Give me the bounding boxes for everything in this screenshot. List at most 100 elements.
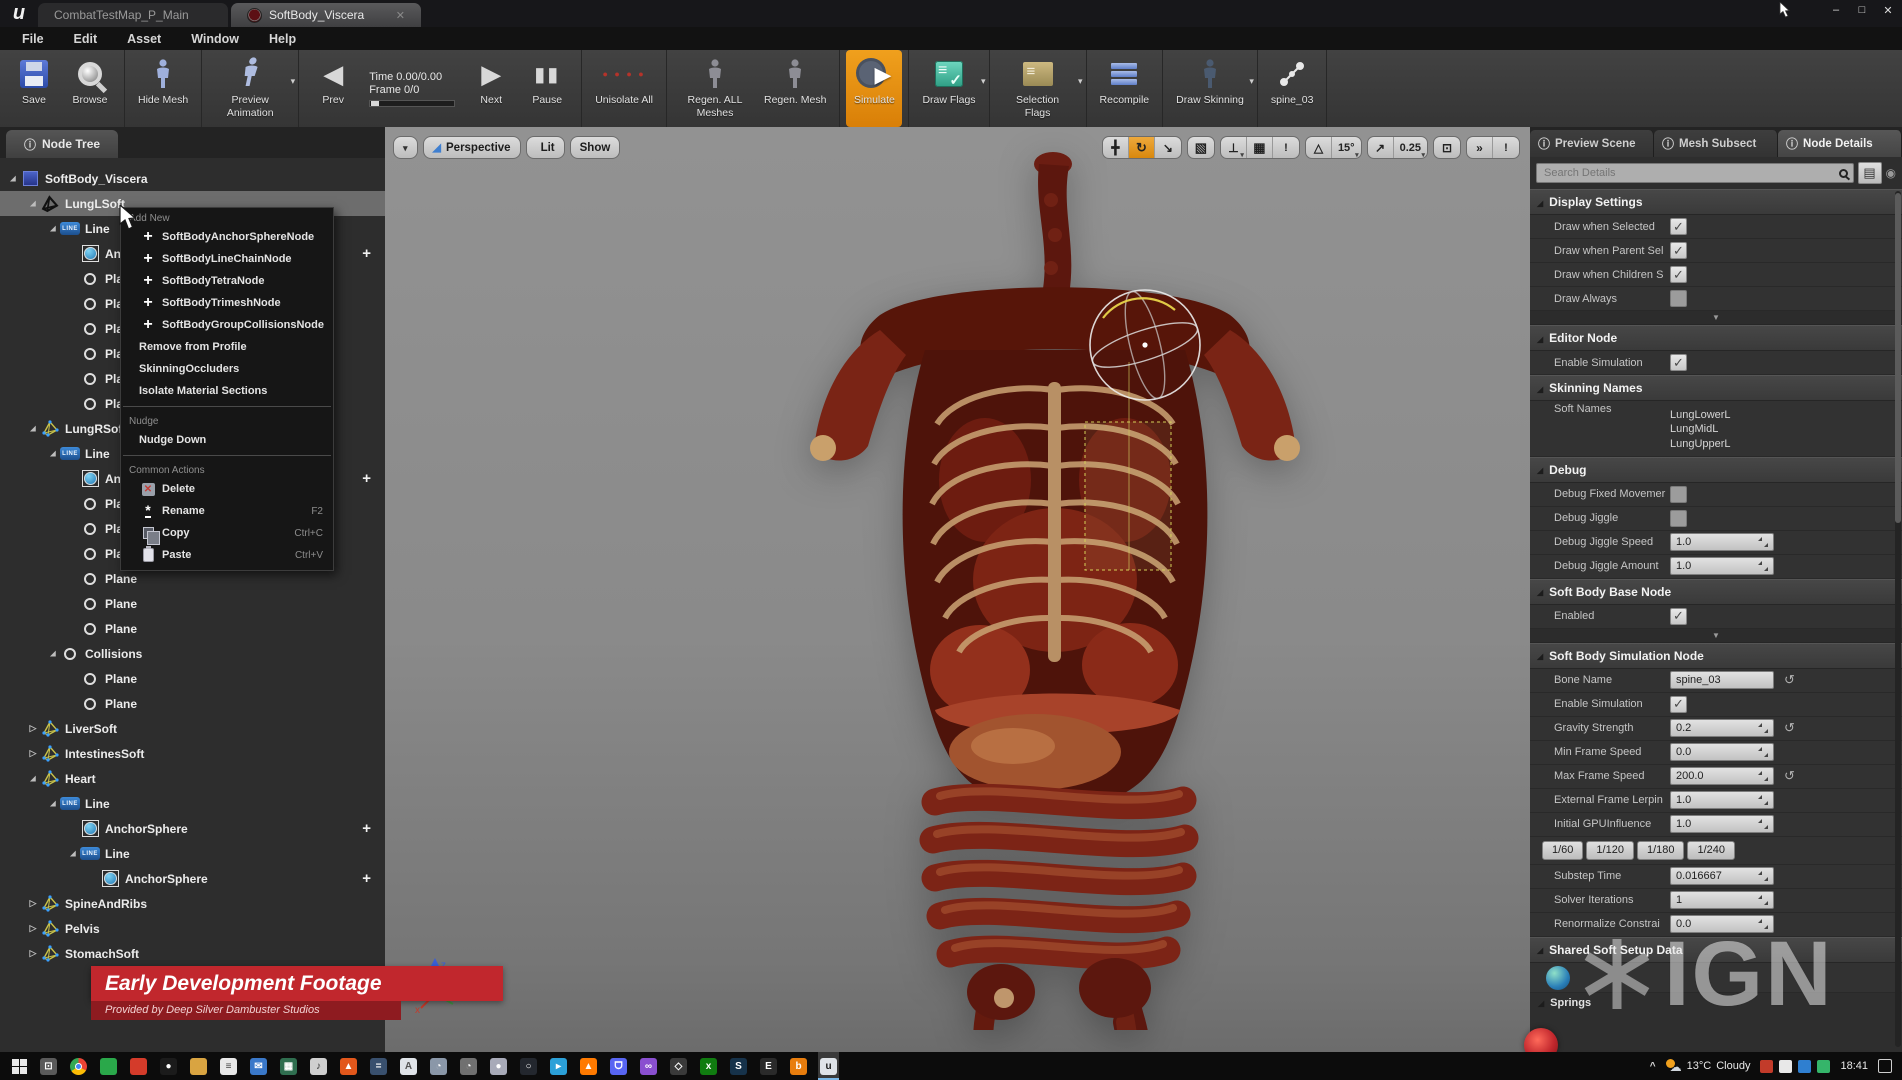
checkbox[interactable]: ✓ bbox=[1670, 696, 1687, 713]
weather-widget[interactable]: ☁ 13°C Cloudy bbox=[1666, 1059, 1751, 1073]
tree-item-collisions[interactable]: ◢Collisions bbox=[0, 641, 385, 666]
next-button[interactable]: ▶Next bbox=[463, 50, 519, 127]
simulate-button[interactable]: ▶Simulate bbox=[846, 50, 902, 127]
selection-flags-button[interactable]: Selection Flags▾ bbox=[996, 50, 1080, 127]
minimize-button[interactable]: – bbox=[1828, 4, 1844, 17]
tree-item-plane[interactable]: Plane bbox=[0, 616, 385, 641]
unity-icon[interactable]: ◇ bbox=[668, 1052, 689, 1080]
drag-handle-icon[interactable] bbox=[1758, 871, 1768, 881]
checkbox[interactable]: ✓ bbox=[1670, 354, 1687, 371]
expand-arrow-icon[interactable]: ◢ bbox=[47, 449, 58, 458]
arrow-ne-button[interactable]: ↗ bbox=[1368, 137, 1394, 158]
tree-item-pelvis[interactable]: ▷Pelvis bbox=[0, 916, 385, 941]
menu-window[interactable]: Window bbox=[177, 29, 253, 49]
node-tree-tab[interactable]: ⓘ Node Tree bbox=[6, 130, 118, 158]
tab-mesh-subsect[interactable]: ⓘMesh Subsect bbox=[1654, 130, 1778, 157]
menu-item-softbodytetranode[interactable]: +SoftBodyTetraNode bbox=[121, 270, 333, 292]
menu-asset[interactable]: Asset bbox=[113, 29, 175, 49]
value-input[interactable]: 1.0 bbox=[1670, 791, 1774, 809]
add-node-button[interactable]: + bbox=[362, 870, 371, 887]
drag-handle-icon[interactable] bbox=[1758, 561, 1768, 571]
viscera-model[interactable] bbox=[785, 150, 1325, 1035]
value-input[interactable]: 1 bbox=[1670, 891, 1774, 909]
tree-item-heart[interactable]: ◢Heart bbox=[0, 766, 385, 791]
menu-item-softbodyanchorspherenode[interactable]: +SoftBodyAnchorSphereNode bbox=[121, 226, 333, 248]
dropdown-caret-icon[interactable]: ▾ bbox=[981, 76, 986, 87]
value-input[interactable]: 1.0 bbox=[1670, 815, 1774, 833]
expand-arrow-icon[interactable]: ▷ bbox=[26, 898, 40, 909]
tray-icon-blue[interactable] bbox=[1798, 1060, 1811, 1073]
telegram-icon[interactable]: ▸ bbox=[548, 1052, 569, 1080]
tab-node-details[interactable]: ⓘNode Details bbox=[1778, 130, 1902, 157]
draw-skinning-button[interactable]: Draw Skinning▾ bbox=[1169, 50, 1251, 127]
tray-icon-green[interactable] bbox=[1817, 1060, 1830, 1073]
hide-mesh-button[interactable]: Hide Mesh bbox=[131, 50, 195, 127]
menu-item-skinningoccluders[interactable]: SkinningOccluders bbox=[121, 358, 333, 380]
time-scrub-slider[interactable] bbox=[369, 100, 455, 107]
tree-item-plane[interactable]: Plane bbox=[0, 666, 385, 691]
expand-arrow-icon[interactable]: ▷ bbox=[26, 748, 40, 759]
notifications-button[interactable] bbox=[1878, 1059, 1892, 1073]
drag-handle-icon[interactable] bbox=[1758, 747, 1768, 757]
app-icon-red[interactable] bbox=[128, 1052, 149, 1080]
value-input[interactable]: 0.016667 bbox=[1670, 867, 1774, 885]
task-view-icon[interactable]: ⊡ bbox=[38, 1052, 59, 1080]
section-header-soft-body-base-node[interactable]: ◢Soft Body Base Node bbox=[1530, 579, 1902, 605]
epic-icon[interactable]: E bbox=[758, 1052, 779, 1080]
tree-item-anchorsphere[interactable]: AnchorSphere+ bbox=[0, 816, 385, 841]
preset-button-1-240[interactable]: 1/240 bbox=[1687, 841, 1735, 860]
menu-item-paste[interactable]: PasteCtrl+V bbox=[121, 544, 333, 566]
checkbox[interactable]: ✓ bbox=[1670, 608, 1687, 625]
recompile-button[interactable]: Recompile bbox=[1093, 50, 1157, 127]
add-node-button[interactable]: + bbox=[362, 245, 371, 262]
prev-button[interactable]: ◀Prev bbox=[305, 50, 361, 127]
text-editor-icon[interactable]: A bbox=[398, 1052, 419, 1080]
tray-icon-red[interactable] bbox=[1760, 1060, 1773, 1073]
close-button[interactable]: ✕ bbox=[1880, 4, 1896, 17]
reset-to-default-icon[interactable]: ↺ bbox=[1784, 720, 1795, 736]
tab-close-icon[interactable]: ✕ bbox=[396, 9, 405, 22]
viewport-perspective-button[interactable]: ◢Perspective bbox=[423, 136, 521, 159]
value-input[interactable]: 1.0 bbox=[1670, 557, 1774, 575]
clock-icon[interactable]: ◔ bbox=[458, 1052, 479, 1080]
hidden-icons-button[interactable]: ^ bbox=[1650, 1061, 1656, 1072]
value-button-![interactable]: ! bbox=[1493, 137, 1519, 158]
value-input[interactable]: 1.0 bbox=[1670, 533, 1774, 551]
tray-icon-white[interactable] bbox=[1779, 1060, 1792, 1073]
browse-button[interactable]: Browse bbox=[62, 50, 118, 127]
drag-handle-icon[interactable] bbox=[1758, 723, 1768, 733]
obs-icon[interactable]: ○ bbox=[518, 1052, 539, 1080]
expand-arrow-icon[interactable]: ◢ bbox=[7, 174, 18, 183]
preset-button-1-60[interactable]: 1/60 bbox=[1542, 841, 1583, 860]
expand-arrow-icon[interactable]: ▷ bbox=[26, 948, 40, 959]
menu-edit[interactable]: Edit bbox=[60, 29, 112, 49]
volume-mixer-icon[interactable]: ♪ bbox=[308, 1052, 329, 1080]
expand-arrow-icon[interactable]: ◢ bbox=[47, 649, 58, 658]
checkbox[interactable] bbox=[1670, 290, 1687, 307]
viewport-show-button[interactable]: Show bbox=[570, 136, 621, 159]
capture-icon[interactable]: ● bbox=[488, 1052, 509, 1080]
blender-icon[interactable]: b bbox=[788, 1052, 809, 1080]
value-input[interactable]: 0.2 bbox=[1670, 719, 1774, 737]
camera-speed-button[interactable]: » bbox=[1467, 137, 1493, 158]
3d-viewport[interactable]: ▾◢PerspectiveLitShow ╋↻↘▧⊥▾▦!△15°▾↗0.25▾… bbox=[385, 127, 1530, 1052]
reset-to-default-icon[interactable]: ↺ bbox=[1784, 672, 1795, 688]
search-details-input[interactable] bbox=[1537, 164, 1853, 182]
menu-item-softbodylinechainnode[interactable]: +SoftBodyLineChainNode bbox=[121, 248, 333, 270]
viewport-options-button[interactable]: ▾ bbox=[393, 136, 418, 159]
expand-arrow-icon[interactable]: ◢ bbox=[27, 199, 38, 208]
tab-preview-scene[interactable]: ⓘPreview Scene bbox=[1530, 130, 1654, 157]
taskbar-clock[interactable]: 18:41 bbox=[1840, 1060, 1868, 1072]
section-header-debug[interactable]: ◢Debug bbox=[1530, 457, 1902, 483]
preset-button-1-180[interactable]: 1/180 bbox=[1637, 841, 1685, 860]
search-details-box[interactable] bbox=[1536, 163, 1854, 183]
notes-icon[interactable]: ≡ bbox=[218, 1052, 239, 1080]
asset-tab-SoftBody_Viscera[interactable]: SoftBody_Viscera✕ bbox=[231, 3, 421, 27]
section-header-display-settings[interactable]: ◢Display Settings bbox=[1530, 189, 1902, 215]
dropdown-caret-icon[interactable]: ▾ bbox=[1078, 76, 1083, 87]
value-button-0.25[interactable]: 0.25▾ bbox=[1394, 137, 1427, 158]
value-input[interactable]: spine_03 bbox=[1670, 671, 1774, 689]
menu-item-softbodygroupcollisionsnode[interactable]: +SoftBodyGroupCollisionsNode bbox=[121, 314, 333, 336]
view-options-button[interactable]: ▤ bbox=[1858, 162, 1882, 184]
layout-button[interactable]: ⊡ bbox=[1434, 137, 1460, 158]
